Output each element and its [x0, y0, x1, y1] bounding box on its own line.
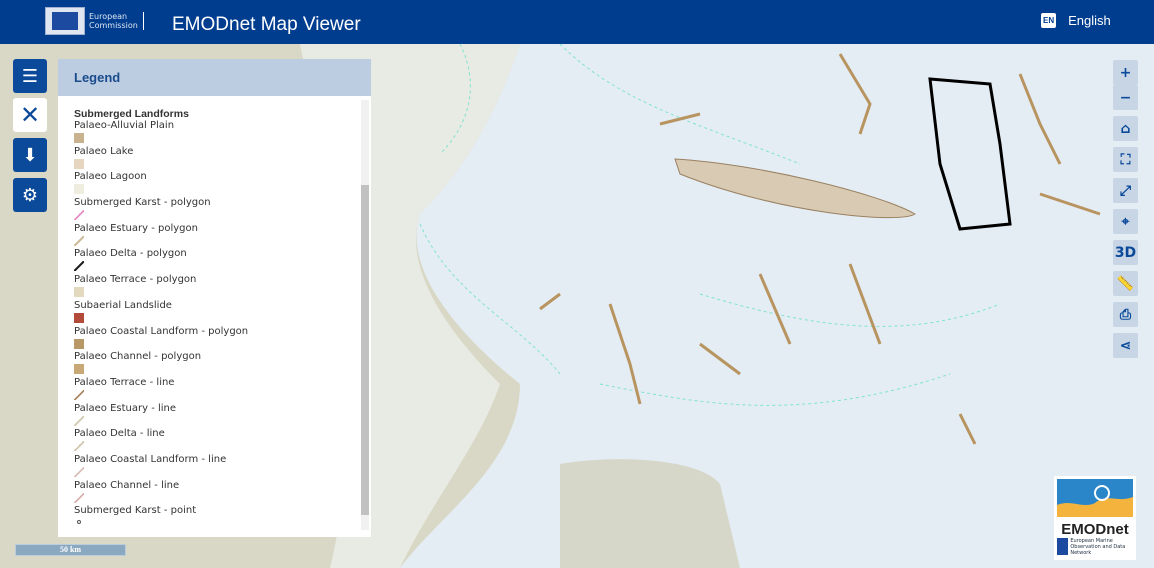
org-line2: Commission	[89, 21, 138, 30]
legend-swatch	[74, 492, 84, 503]
legend-item-label: Subaerial Landslide	[74, 299, 172, 311]
3d-button[interactable]: 3D	[1113, 240, 1138, 265]
legend-item: Palaeo Estuary - polygon	[74, 223, 355, 249]
legend-item: Palaeo Terrace - line	[74, 377, 355, 403]
legend-panel: Legend Submerged Landforms Palaeo-Alluvi…	[58, 59, 371, 537]
legend-item-label: Palaeo Delta - line	[74, 428, 165, 440]
expand-button[interactable]: ⤢	[1113, 178, 1138, 203]
share-button[interactable]: ⋖	[1113, 333, 1138, 358]
emodnet-subtitle: European Marine Observation and Data Net…	[1070, 538, 1126, 556]
home-icon: ⌂	[1120, 120, 1131, 137]
legend-item: Palaeo Estuary - line	[74, 403, 355, 429]
legend-item-label: Palaeo Channel - line	[74, 479, 180, 491]
legend-item-label: Palaeo Lake	[74, 145, 134, 157]
legend-item-label: Submerged Karst - point	[74, 505, 197, 517]
legend-swatch	[74, 312, 84, 323]
emodnet-wordmark: EMODnet	[1061, 521, 1129, 538]
legend-item: Palaeo Coastal Landform - polygon	[74, 326, 355, 352]
legend-swatch	[74, 415, 84, 426]
app-header: European Commission EMODnet Map Viewer EN…	[0, 0, 1154, 44]
language-label: English	[1068, 13, 1111, 28]
legend-item-label: Palaeo Estuary - polygon	[74, 222, 198, 234]
legend-swatch	[74, 158, 84, 169]
scrollbar-thumb[interactable]	[361, 185, 369, 515]
legend-item-label: Palaeo Channel - polygon	[74, 351, 202, 363]
close-legend-button[interactable]: ✕	[13, 98, 47, 132]
legend-scrollbar[interactable]	[361, 100, 369, 530]
legend-item: Submerged Karst - point	[74, 505, 355, 531]
legend-swatch	[74, 133, 84, 143]
emodnet-wave-icon	[1057, 479, 1133, 517]
legend-item-label: Palaeo Lagoon	[74, 171, 147, 183]
legend-item-label: Palaeo Coastal Landform - polygon	[74, 325, 249, 337]
app-title: EMODnet Map Viewer	[172, 14, 361, 35]
measure-icon: 📏	[1116, 275, 1135, 292]
legend-swatch	[74, 364, 84, 375]
measure-button[interactable]: 📏	[1113, 271, 1138, 296]
legend-swatch	[74, 466, 84, 477]
legend-swatch	[77, 520, 81, 525]
legend-item: Palaeo-Alluvial Plain	[74, 120, 355, 146]
fullscreen-icon: ⛶	[1120, 151, 1131, 168]
home-button[interactable]: ⌂	[1113, 116, 1138, 141]
download-button[interactable]: ⬇	[13, 138, 47, 172]
legend-swatch	[74, 210, 84, 221]
close-icon: ✕	[19, 101, 41, 129]
legend-item-label: Submerged Karst - polygon	[74, 197, 211, 209]
print-button[interactable]: ⎙	[1113, 302, 1138, 327]
zoom-out-button[interactable]: −	[1113, 85, 1138, 110]
scale-bar: 50 km	[15, 544, 126, 556]
legend-item-label: Palaeo Estuary - line	[74, 402, 177, 414]
3d-icon: 3D	[1114, 244, 1137, 261]
locate-button[interactable]: ⌖	[1113, 209, 1138, 234]
legend-swatch	[74, 261, 84, 272]
legend-swatch	[74, 338, 84, 349]
legend-body: Submerged Landforms Palaeo-Alluvial Plai…	[58, 96, 371, 537]
legend-item-label: Palaeo Coastal Landform - line	[74, 453, 227, 465]
legend-swatch	[74, 389, 84, 400]
legend-item: Palaeo Terrace - polygon	[74, 274, 355, 300]
legend-title: Legend	[58, 59, 371, 96]
zoom-in-icon: +	[1119, 64, 1132, 81]
legend-item: Palaeo Coastal Landform - line	[74, 454, 355, 480]
language-selector[interactable]: EN English	[1041, 13, 1111, 28]
legend-item: Submerged Karst - polygon	[74, 197, 355, 223]
legend-item: Palaeo Delta - line	[74, 428, 355, 454]
gear-icon: ⚙	[21, 184, 39, 206]
settings-button[interactable]: ⚙	[13, 178, 47, 212]
legend-swatch	[74, 235, 84, 246]
zoom-out-icon: −	[1119, 89, 1132, 106]
european-commission-logo[interactable]: European Commission	[45, 6, 150, 36]
map-toolbar: + − ⌂ ⛶ ⤢ ⌖ 3D 📏 ⎙ ⋖	[1113, 60, 1138, 364]
legend-item: Palaeo Lake	[74, 146, 355, 172]
legend-item: Subaerial Landslide	[74, 300, 355, 326]
legend-swatch	[74, 287, 84, 298]
legend-item-label: Palaeo Delta - polygon	[74, 248, 187, 260]
locate-icon: ⌖	[1121, 213, 1130, 230]
zoom-in-button[interactable]: +	[1113, 60, 1138, 85]
layers-icon: ☰	[21, 65, 39, 87]
legend-item-label: Palaeo Terrace - line	[74, 376, 175, 388]
org-line1: European	[89, 12, 128, 21]
legend-swatch	[74, 184, 84, 195]
eu-flag-icon	[1057, 538, 1069, 555]
legend-swatch	[74, 441, 84, 452]
legend-item-label: Palaeo-Alluvial Plain	[74, 120, 175, 131]
expand-icon: ⤢	[1119, 182, 1132, 199]
fullscreen-button[interactable]: ⛶	[1113, 147, 1138, 172]
print-icon: ⎙	[1119, 306, 1132, 323]
legend-item: Palaeo Lagoon	[74, 171, 355, 197]
layers-button[interactable]: ☰	[13, 59, 47, 93]
share-icon: ⋖	[1119, 337, 1132, 354]
legend-item: Palaeo Delta - polygon	[74, 248, 355, 274]
legend-item-label: Palaeo Terrace - polygon	[74, 274, 197, 286]
legend-item: Palaeo Channel - line	[74, 480, 355, 506]
emodnet-logo[interactable]: EMODnet European Marine Observation and …	[1054, 476, 1136, 560]
legend-item: Palaeo Channel - polygon	[74, 351, 355, 377]
eu-flag-icon	[45, 7, 85, 35]
download-icon: ⬇	[22, 144, 38, 166]
language-icon: EN	[1041, 13, 1057, 28]
legend-group-title: Submerged Landforms	[74, 108, 189, 120]
